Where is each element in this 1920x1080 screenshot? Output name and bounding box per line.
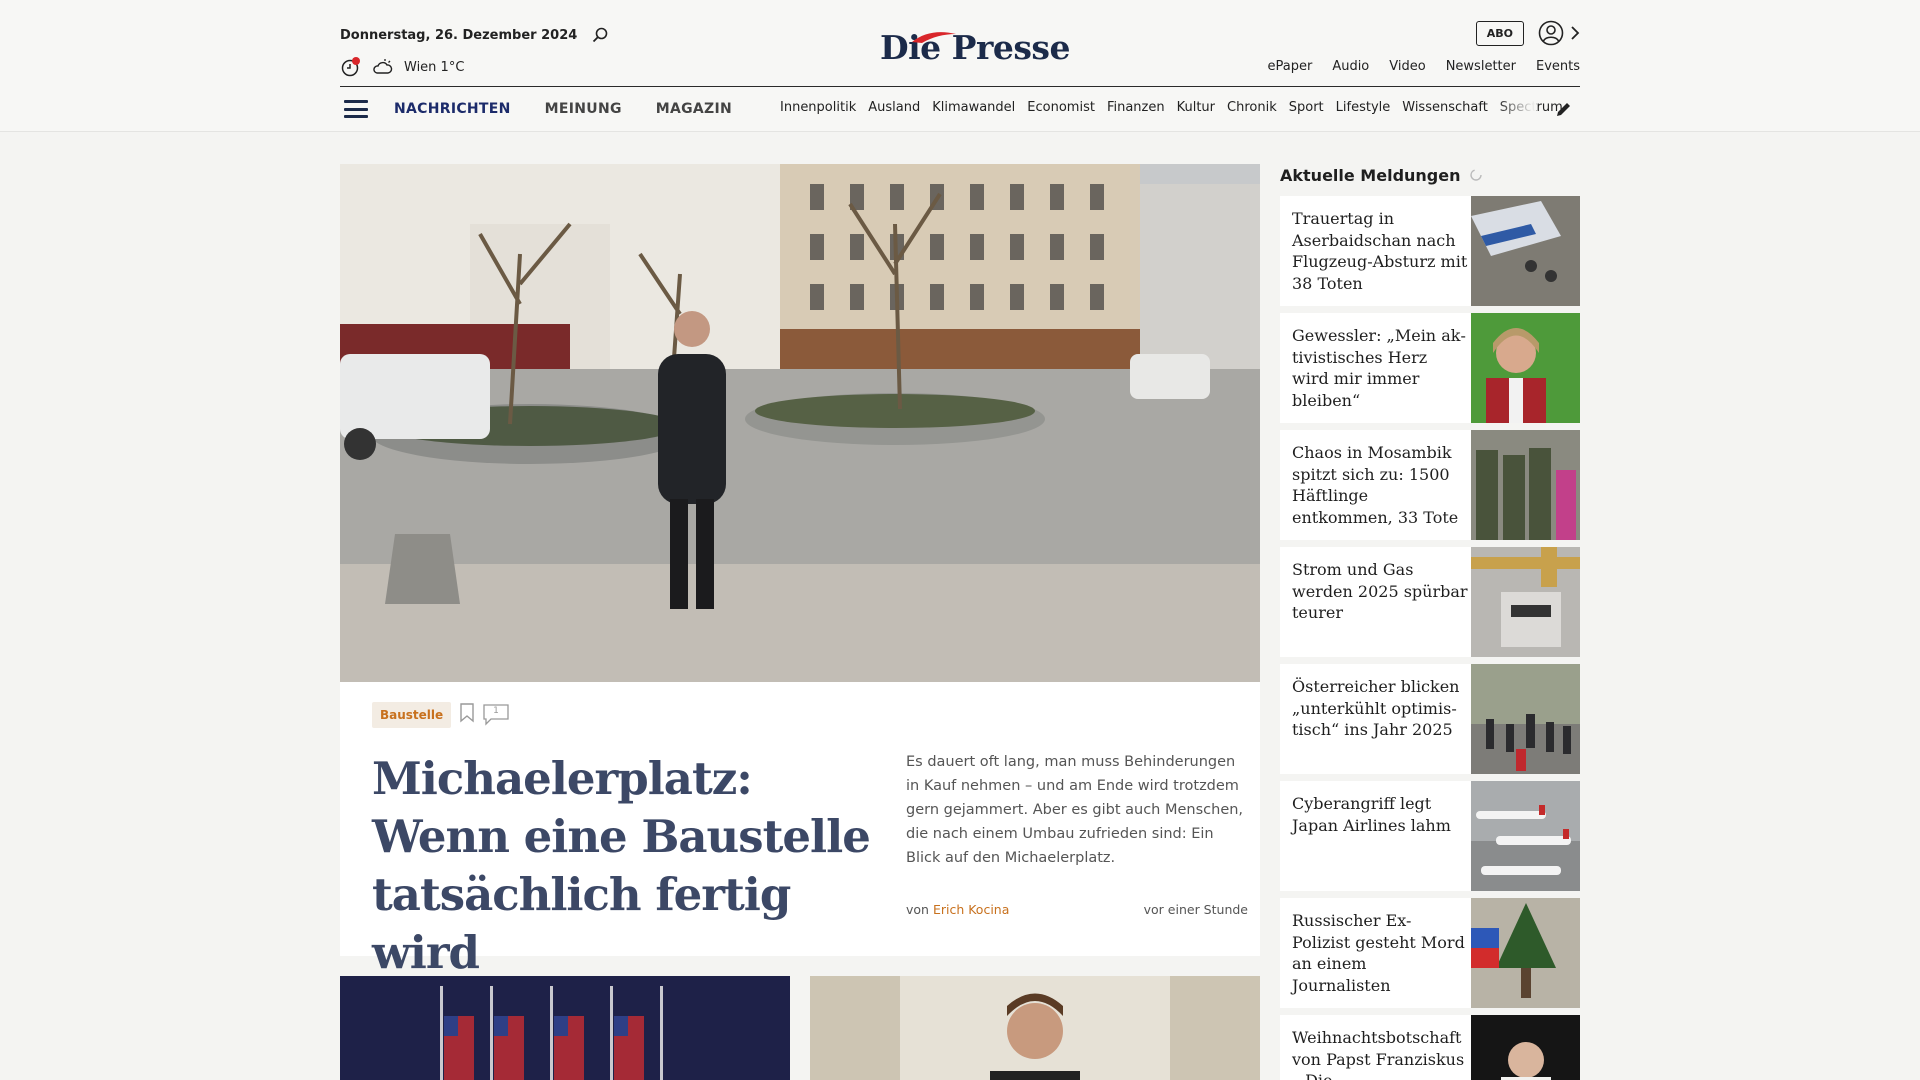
- site-header: Donnerstag, 26. Dezember 2024 Wien 1°C D…: [0, 0, 1920, 132]
- nav-sport[interactable]: Sport: [1289, 100, 1324, 115]
- list-item[interactable]: Gewessler: „Mein ak­tivistisches Herz wi…: [1280, 313, 1580, 423]
- news-headline[interactable]: Russischer Ex-Polizist gesteht Mord an e…: [1292, 910, 1468, 996]
- news-headline[interactable]: Weihnachtsbotschaft von Papst Franziskus…: [1292, 1027, 1468, 1080]
- hamburger-menu-icon[interactable]: [344, 100, 368, 118]
- byline-prefix: von: [906, 902, 929, 917]
- news-headline[interactable]: Strom und Gas werden 2025 spürbar teurer: [1292, 559, 1468, 624]
- nav-ausland[interactable]: Ausland: [868, 100, 920, 115]
- news-headline[interactable]: Trauertag in Aserbaidschan nach Flugzeug…: [1292, 208, 1468, 294]
- main-navigation: NACHRICHTEN MEINUNG MAGAZIN Innenpolitik…: [340, 96, 1580, 122]
- soldiers-image: [1471, 430, 1580, 540]
- logo-wordmark: Die Presse: [880, 28, 1071, 67]
- nav-nachrichten[interactable]: NACHRICHTEN: [394, 101, 511, 117]
- logo-swoosh-icon: [912, 32, 956, 43]
- weather-label: Wien 1°C: [404, 59, 465, 75]
- nav-fade: [1496, 96, 1536, 122]
- nav-lifestyle[interactable]: Lifestyle: [1336, 100, 1391, 115]
- notification-clock-icon[interactable]: [340, 56, 362, 78]
- teaser-card[interactable]: [810, 976, 1260, 1080]
- news-headline[interactable]: Cyberangriff legt Japan Airlines lahm: [1292, 793, 1468, 836]
- current-date: Donnerstag, 26. Dezember 2024: [340, 27, 578, 43]
- news-ticker-sidebar: Aktuelle Meldungen Trauertag in Aserbaid…: [1280, 164, 1580, 1080]
- refresh-icon: [1469, 169, 1482, 181]
- bookmark-icon[interactable]: [459, 703, 475, 727]
- list-item[interactable]: Cyberangriff legt Japan Airlines lahm: [1280, 781, 1580, 891]
- link-epaper[interactable]: ePaper: [1267, 59, 1312, 74]
- user-icon: [1538, 20, 1564, 46]
- byline: von Erich Kocina: [906, 902, 1009, 917]
- chevron-right-icon: [1571, 26, 1580, 40]
- sidebar-heading: Aktuelle Meldungen: [1280, 164, 1580, 186]
- teaser-image-portrait: [810, 976, 1260, 1080]
- pencil-icon[interactable]: [1555, 101, 1572, 122]
- street-crowd-image: [1471, 664, 1580, 774]
- lead-article[interactable]: Baustelle 1 Michaelerplatz: Wenn eine Ba…: [340, 164, 1260, 979]
- account-area: ABO: [1475, 20, 1580, 46]
- nav-magazin[interactable]: MAGAZIN: [656, 101, 732, 117]
- list-item[interactable]: Chaos in Mosambik spitzt sich zu: 1500 H…: [1280, 430, 1580, 540]
- list-item[interactable]: Strom und Gas werden 2025 spürbar teurer: [1280, 547, 1580, 657]
- comment-count: 1: [493, 706, 499, 716]
- pope-image: [1471, 1015, 1580, 1080]
- abo-button[interactable]: ABO: [1475, 20, 1524, 46]
- list-item[interactable]: Österreicher blicken „unterkühlt optimis…: [1280, 664, 1580, 774]
- list-item[interactable]: Weihnachtsbotschaft von Papst Franziskus…: [1280, 1015, 1580, 1080]
- list-item[interactable]: Russischer Ex-Polizist gesteht Mord an e…: [1280, 898, 1580, 1008]
- author-link[interactable]: Erich Kocina: [933, 902, 1009, 917]
- category-tag[interactable]: Baustelle: [372, 702, 452, 728]
- link-audio[interactable]: Audio: [1332, 59, 1369, 74]
- gas-meter-image: [1471, 547, 1580, 657]
- lead-article-image[interactable]: [340, 164, 1260, 682]
- nav-klimawandel[interactable]: Klimawandel: [932, 100, 1015, 115]
- news-headline[interactable]: Gewessler: „Mein ak­tivistisches Herz wi…: [1292, 325, 1468, 411]
- link-newsletter[interactable]: Newsletter: [1446, 59, 1516, 74]
- site-logo[interactable]: Die Presse: [880, 28, 1071, 72]
- section-navigation: Innenpolitik Ausland Klimawandel Economi…: [780, 100, 1566, 115]
- user-menu-button[interactable]: [1538, 20, 1580, 46]
- search-icon[interactable]: [589, 24, 611, 46]
- nav-innenpolitik[interactable]: Innenpolitik: [780, 100, 856, 115]
- nav-wissenschaft[interactable]: Wissenschaft: [1402, 100, 1488, 115]
- weather-row: Wien 1°C: [340, 56, 464, 78]
- politician-portrait-image: [1471, 313, 1580, 423]
- plane-wreck-image: [1471, 196, 1580, 306]
- article-meta: Baustelle 1: [372, 702, 509, 728]
- news-headline[interactable]: Chaos in Mosambik spitzt sich zu: 1500 H…: [1292, 442, 1468, 528]
- date-row: Donnerstag, 26. Dezember 2024: [340, 24, 611, 46]
- nav-finanzen[interactable]: Finanzen: [1107, 100, 1165, 115]
- link-events[interactable]: Events: [1536, 59, 1580, 74]
- airplanes-image: [1471, 781, 1580, 891]
- service-links: ePaper Audio Video Newsletter Events: [1267, 59, 1580, 74]
- nav-kultur[interactable]: Kultur: [1177, 100, 1215, 115]
- teaser-card[interactable]: [340, 976, 790, 1080]
- news-headline[interactable]: Österreicher blicken „unterkühlt optimis…: [1292, 676, 1468, 741]
- cloud-sun-icon: [372, 56, 394, 78]
- list-item[interactable]: Trauertag in Aserbaidschan nach Flugzeug…: [1280, 196, 1580, 306]
- sidebar-title: Aktuelle Meldungen: [1280, 165, 1461, 185]
- comment-button[interactable]: 1: [483, 704, 509, 726]
- header-divider: [340, 86, 1580, 87]
- publish-time: vor einer Stunde: [1143, 902, 1248, 917]
- lead-article-teaser: Es dauert oft lang, man muss Behinderung…: [906, 754, 1244, 866]
- nav-chronik[interactable]: Chronik: [1227, 100, 1277, 115]
- nav-economist[interactable]: Economist: [1027, 100, 1095, 115]
- memorial-tree-image: [1471, 898, 1580, 1008]
- nav-meinung[interactable]: MEINUNG: [545, 101, 622, 117]
- link-video[interactable]: Video: [1389, 59, 1425, 74]
- teaser-image-podium: [340, 976, 790, 1080]
- lead-article-title[interactable]: Michaelerplatz: Wenn eine Baustelle tats…: [372, 750, 872, 982]
